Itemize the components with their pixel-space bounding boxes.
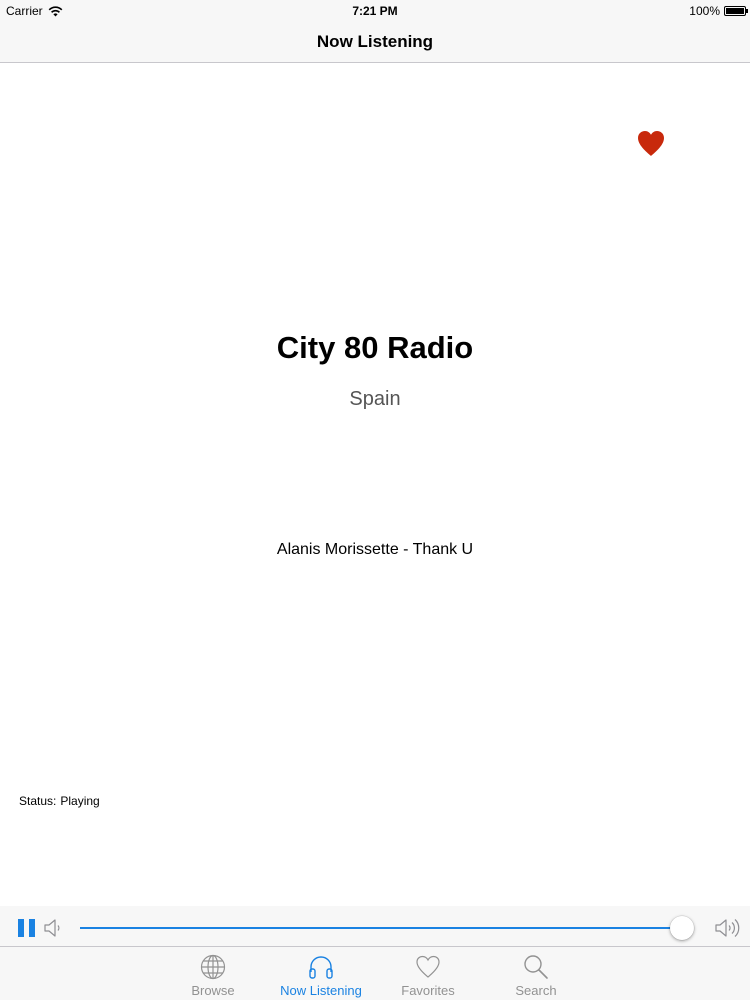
globe-icon xyxy=(200,954,226,980)
battery-percent: 100% xyxy=(689,4,720,18)
page-title: Now Listening xyxy=(316,32,434,51)
search-icon xyxy=(524,955,548,979)
status-bar: Carrier 7:21 PM 100% xyxy=(0,0,750,22)
navigation-bar: Now Listening xyxy=(0,22,750,63)
volume-slider-fill xyxy=(80,927,682,929)
volume-slider-track xyxy=(80,927,694,929)
tab-search[interactable]: Search xyxy=(486,947,586,1001)
tab-now-listening-label: Now Listening xyxy=(280,983,362,998)
status-battery-group: 100% xyxy=(689,4,748,18)
pause-button[interactable] xyxy=(18,919,36,937)
tab-browse[interactable]: Browse xyxy=(163,947,263,1001)
station-country: Spain xyxy=(349,388,401,410)
playback-status-value: Playing xyxy=(60,794,100,808)
favorite-button[interactable] xyxy=(636,129,666,157)
station-name: City 80 Radio xyxy=(276,330,474,365)
volume-slider-thumb[interactable] xyxy=(669,916,694,940)
playback-status-label: Status: xyxy=(19,794,57,808)
volume-slider[interactable] xyxy=(80,916,706,940)
playback-status: Status: Playing xyxy=(19,794,100,808)
pause-icon-right-bar xyxy=(29,919,35,937)
tab-browse-label: Browse xyxy=(191,983,235,998)
tab-bar: Browse Now Listening Favorites Search xyxy=(0,946,750,1000)
pause-icon-left-bar xyxy=(18,919,24,937)
heart-filled-icon xyxy=(638,131,664,156)
tab-favorites[interactable]: Favorites xyxy=(378,947,478,1001)
volume-low-icon xyxy=(44,919,60,937)
headphones-icon xyxy=(309,956,333,979)
player-controls xyxy=(0,906,750,946)
volume-high-icon xyxy=(715,919,740,937)
status-time: 7:21 PM xyxy=(352,4,398,18)
tab-favorites-label: Favorites xyxy=(401,983,455,998)
now-playing-track: Alanis Morissette - Thank U xyxy=(276,541,474,558)
tab-now-listening[interactable]: Now Listening xyxy=(271,947,371,1001)
heart-outline-icon xyxy=(416,955,440,978)
battery-icon xyxy=(724,6,748,16)
tab-search-label: Search xyxy=(515,983,557,998)
